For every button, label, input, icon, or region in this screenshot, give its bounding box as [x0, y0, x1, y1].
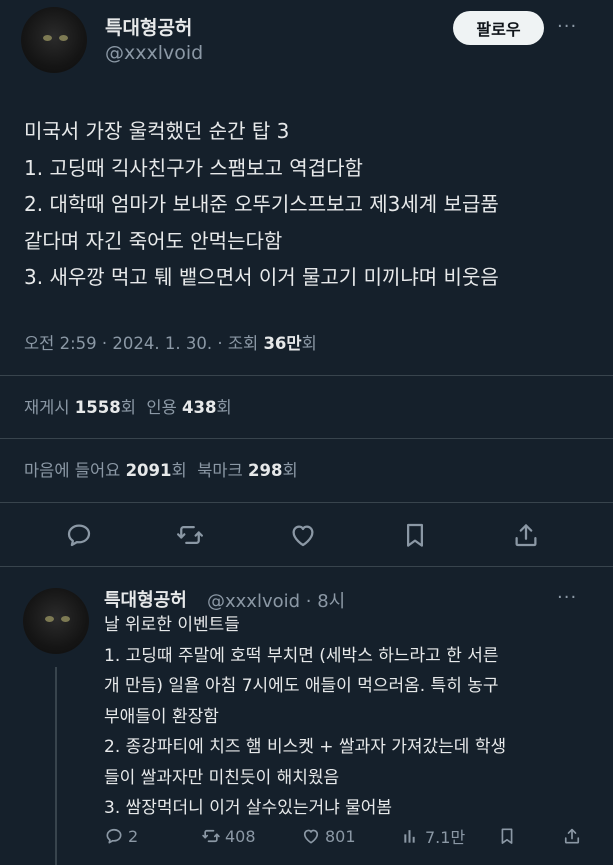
share-icon [564, 828, 580, 844]
avatar-eye [61, 616, 70, 622]
views-count: 36만 [263, 334, 302, 353]
reply-views-button[interactable]: 7.1만 [401, 825, 465, 847]
tweet-timestamp[interactable]: 오전 2:59 · 2024. 1. 30. · 조회 36만회 [24, 330, 317, 354]
retweets-stat[interactable]: 재게시 1558회 [24, 398, 136, 417]
share-icon[interactable] [511, 520, 541, 550]
more-options-icon[interactable]: ··· [557, 16, 577, 37]
tweet-detail-page: 특대형공허 @xxxlvoid 팔로우 ··· 미국서 가장 울컥했던 순간 탑… [0, 0, 613, 865]
avatar-eye [45, 616, 54, 622]
author-avatar[interactable] [21, 7, 87, 73]
reply-like-button[interactable]: 801 [301, 825, 356, 847]
reply-icon[interactable] [64, 520, 94, 550]
divider [0, 438, 613, 439]
views-icon [404, 830, 415, 843]
views-count: 7.1만 [425, 828, 466, 847]
reply-text-line: 개 만듬) 일욜 아침 7시에도 애들이 먹으러옴. 특히 농구 [104, 676, 499, 696]
retweet-icon [202, 829, 220, 843]
author-handle[interactable]: @xxxlvoid [105, 42, 203, 64]
reply-icon [106, 828, 122, 844]
reply-retweet-button[interactable]: 408 [201, 825, 256, 847]
avatar-eye [43, 35, 52, 41]
reply-text-line: 부애들이 환장함 [104, 706, 219, 727]
reply-share-button[interactable] [562, 825, 582, 847]
reply-author-name[interactable]: 특대형공허 [104, 586, 187, 612]
thread-line [55, 667, 57, 865]
tweet-text-line: 2. 대학때 엄마가 보내준 오뚜기스프보고 제3세계 보급품 [24, 192, 499, 216]
author-name[interactable]: 특대형공허 [105, 13, 192, 40]
divider [0, 502, 613, 503]
reply-text-line: 2. 종강파티에 치즈 햄 비스켓 + 쌀과자 가져갔는데 학생 [104, 737, 507, 757]
likes-stat[interactable]: 마음에 들어요 2091회 [24, 461, 187, 480]
avatar-eye [59, 35, 68, 41]
reply-text-line: 3. 쌈장먹더니 이거 살수있는거냐 물어봄 [104, 798, 393, 818]
bookmarks-stat[interactable]: 북마크 298회 [197, 461, 297, 480]
reply-count: 2 [128, 826, 139, 846]
tweet-text-line: 3. 새우깡 먹고 퉤 뱉으면서 이거 물고기 미끼냐며 비웃음 [24, 265, 499, 289]
engagement-row: 마음에 들어요 2091회 북마크 298회 [24, 457, 298, 481]
reply-text-line: 들이 쌀과자만 미친듯이 해치웠음 [104, 767, 340, 788]
bookmark-icon[interactable] [400, 520, 430, 550]
reply-bookmark-button[interactable] [497, 825, 517, 847]
reply-more-options-icon[interactable]: ··· [557, 587, 577, 608]
follow-button[interactable]: 팔로우 [453, 11, 544, 45]
retweet-icon[interactable] [175, 520, 205, 550]
tweet-text-line: 같다며 자긴 죽어도 안먹는다함 [24, 228, 283, 253]
retweet-count: 408 [225, 826, 256, 846]
tweet-text-line: 미국서 가장 울컥했던 순간 탑 3 [24, 119, 290, 143]
heart-icon [303, 829, 319, 844]
divider [0, 375, 613, 376]
quotes-stat[interactable]: 인용 438회 [146, 398, 231, 417]
tweet-text-line: 1. 고딩때 긱사친구가 스팸보고 역겹다함 [24, 155, 363, 180]
reply-text-line: 1. 고딩때 주말에 호떡 부치면 (세박스 하느라고 한 서른 [104, 645, 499, 666]
reply-reply-button[interactable]: 2 [104, 825, 138, 847]
heart-icon[interactable] [288, 520, 318, 550]
reply-author-avatar[interactable] [23, 588, 89, 654]
reply-text-line: 날 위로한 이벤트들 [104, 615, 240, 635]
bookmark-icon [501, 828, 513, 844]
engagement-row: 재게시 1558회 인용 438회 [24, 394, 232, 418]
like-count: 801 [325, 826, 356, 846]
divider [0, 566, 613, 567]
